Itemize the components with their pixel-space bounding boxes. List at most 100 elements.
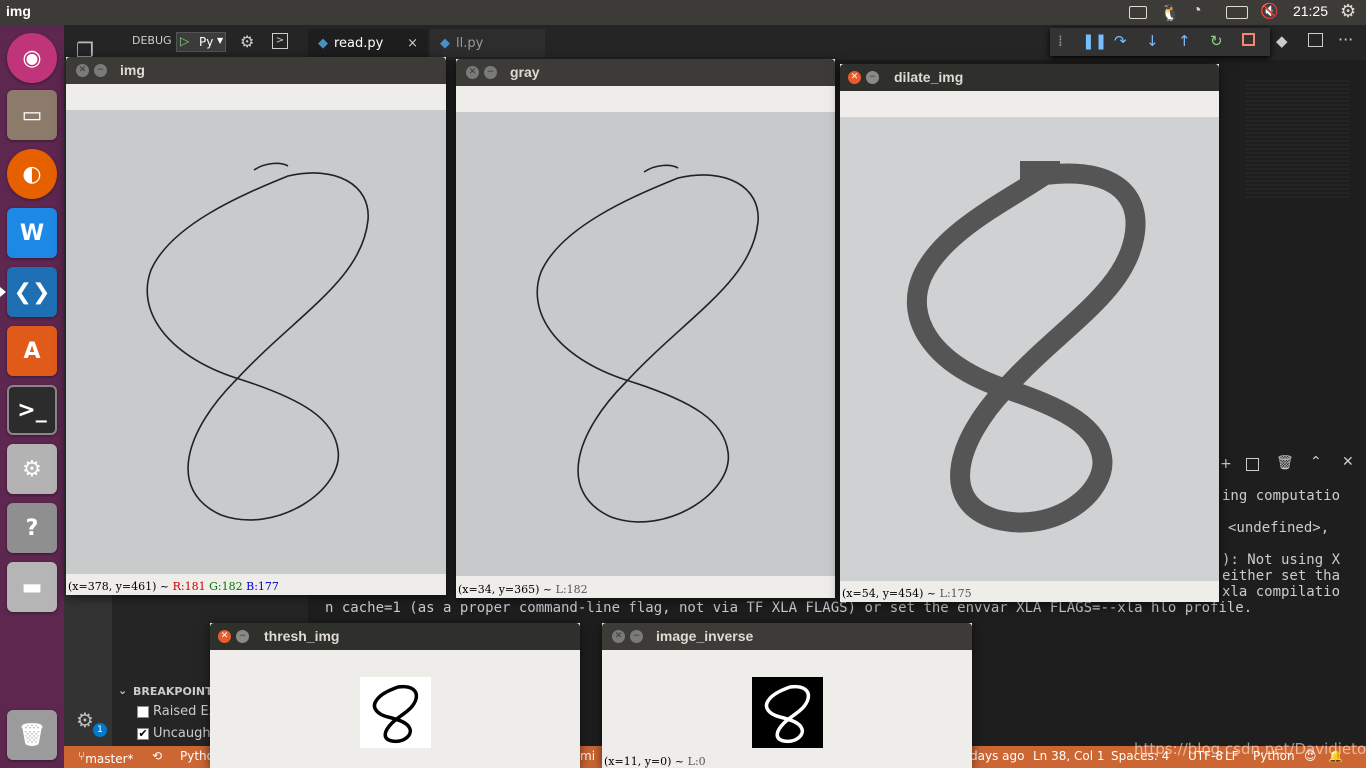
manage-gear-icon[interactable]: ⚙ (76, 708, 94, 732)
git-blame-time[interactable]: days ago (970, 749, 1024, 763)
breakpoint-label: Raised Ex (153, 704, 217, 719)
pause-icon[interactable]: ❚❚ (1082, 32, 1107, 50)
step-out-icon[interactable]: ↑ (1178, 32, 1191, 50)
add-terminal-icon[interactable]: + (1220, 456, 1232, 472)
window-title: gray (510, 64, 540, 80)
window-image-inverse: ✕ − image_inverse (x=11, y=0) ~ L:0 (602, 623, 972, 768)
minimize-window-icon[interactable]: − (630, 630, 643, 643)
minimize-window-icon[interactable]: − (94, 64, 107, 77)
raised-exceptions-checkbox[interactable] (137, 706, 149, 718)
debug-console-icon[interactable]: > (272, 33, 288, 49)
git-branch[interactable]: ⑂ master* (78, 749, 134, 766)
launcher: ◉ ▭ ◐ W ❮❯ A >_ ⚙ ? ▬ 🗑 (0, 25, 64, 768)
clock[interactable]: 21:25 (1293, 3, 1328, 19)
ubuntu-dash-icon[interactable]: ◉ (7, 33, 57, 83)
active-app-name: img (6, 3, 31, 19)
minimize-window-icon[interactable]: − (484, 66, 497, 79)
window-title: thresh_img (264, 628, 340, 644)
step-into-icon[interactable]: ↓ (1146, 32, 1159, 50)
wifi-icon[interactable]: ◔ (1192, 2, 1202, 20)
disk-drive-icon[interactable]: ▬ (7, 562, 57, 612)
minimize-window-icon[interactable]: − (236, 630, 249, 643)
split-terminal-icon[interactable] (1246, 458, 1259, 471)
window-titlebar[interactable]: ✕ − dilate_img (840, 64, 1219, 91)
inverted-eight-image (764, 684, 811, 744)
volume-muted-icon[interactable]: 🔇 (1260, 2, 1279, 20)
terminal-icon[interactable]: >_ (7, 385, 57, 435)
close-panel-icon[interactable]: ✕ (1342, 454, 1354, 470)
chevron-down-icon: ▼ (217, 36, 224, 45)
settings-gear-icon[interactable]: ⚙ (1340, 1, 1356, 22)
files-icon[interactable]: ▭ (7, 90, 57, 140)
close-window-icon[interactable]: ✕ (76, 64, 89, 77)
more-actions-icon[interactable]: ··· (1338, 30, 1353, 49)
stop-icon[interactable] (1242, 33, 1255, 46)
panel-toolbar: + 🗑 ⌃ ✕ (1218, 452, 1366, 478)
window-titlebar[interactable]: ✕ − img (66, 57, 446, 84)
system-settings-icon[interactable]: ⚙ (7, 444, 57, 494)
pixel-status: (x=378, y=461) ~ R:181 G:182 B:177 (68, 580, 279, 593)
keyboard-icon[interactable] (1129, 6, 1147, 19)
system-top-bar: img 🐧 ◔ 🔇 21:25 ⚙ (0, 0, 1366, 25)
sync-icon[interactable]: ⟲ (152, 749, 162, 763)
trash-icon[interactable]: 🗑 (7, 710, 57, 760)
window-titlebar[interactable]: ✕ − gray (456, 59, 835, 86)
image-canvas[interactable] (752, 677, 823, 748)
terminal-line: either set tha (1222, 568, 1341, 584)
kill-terminal-icon[interactable]: 🗑 (1276, 455, 1294, 471)
git-compare-icon[interactable]: ◆ (1276, 32, 1288, 50)
watermark-text: https://blog.csdn.net/Davidietop (1134, 740, 1366, 758)
window-dilate-img: ✕ − dilate_img (x=54, y=454) ~ L:175 (840, 64, 1219, 602)
image-canvas[interactable] (840, 117, 1219, 581)
cursor-position[interactable]: Ln 38, Col 1 (1033, 749, 1105, 763)
window-titlebar[interactable]: ✕ − image_inverse (602, 623, 972, 650)
window-title: dilate_img (894, 69, 964, 85)
linux-penguin-icon[interactable]: 🐧 (1160, 3, 1180, 23)
maximize-panel-icon[interactable]: ⌃ (1310, 454, 1322, 470)
tab-read-py[interactable]: ◆ read.py × (308, 29, 428, 57)
window-thresh-img: ✕ − thresh_img (210, 623, 580, 768)
close-tab-icon[interactable]: × (407, 36, 418, 51)
close-window-icon[interactable]: ✕ (466, 66, 479, 79)
software-center-icon[interactable]: A (7, 326, 57, 376)
debug-config-select[interactable]: ▷ Py ▼ (176, 32, 226, 52)
help-icon[interactable]: ? (7, 503, 57, 553)
breakpoints-chevron-icon[interactable]: ⌄ (118, 684, 127, 697)
window-title: img (120, 62, 145, 78)
drag-handle-icon[interactable]: ⁞ (1058, 32, 1063, 50)
uncaught-exceptions-checkbox[interactable]: ✔ (137, 728, 149, 740)
close-window-icon[interactable]: ✕ (612, 630, 625, 643)
battery-icon[interactable] (1226, 6, 1248, 19)
image-canvas[interactable] (66, 110, 446, 574)
wps-writer-icon[interactable]: W (7, 208, 57, 258)
minimize-window-icon[interactable]: − (866, 71, 879, 84)
tab-ll-py[interactable]: ◆ ll.py (430, 29, 545, 57)
terminal-line: ): Not using X (1222, 552, 1341, 568)
firefox-icon[interactable]: ◐ (7, 149, 57, 199)
restart-icon[interactable]: ↻ (1210, 32, 1223, 50)
update-badge: 1 (93, 723, 107, 737)
terminal-line: xla compilatio (1222, 584, 1341, 600)
debug-settings-icon[interactable]: ⚙ (240, 32, 254, 51)
breakpoints-title[interactable]: BREAKPOINTS (133, 685, 221, 698)
image-canvas[interactable] (456, 112, 835, 576)
debug-toolbar: ⁞ ❚❚ ↷ ↓ ↑ ↻ (1050, 28, 1270, 56)
python-interpreter[interactable]: Pytho (180, 749, 214, 763)
pixel-status: (x=11, y=0) ~ L:0 (604, 755, 706, 768)
pixel-status: (x=54, y=454) ~ L:175 (842, 587, 972, 600)
terminal-status[interactable]: mina (580, 749, 596, 763)
vscode-icon[interactable]: ❮❯ (7, 267, 57, 317)
minimap[interactable] (1245, 80, 1350, 200)
breakpoint-label: Uncaught (153, 726, 216, 741)
close-window-icon[interactable]: ✕ (218, 630, 231, 643)
step-over-icon[interactable]: ↷ (1114, 32, 1127, 50)
close-window-icon[interactable]: ✕ (848, 71, 861, 84)
window-title: image_inverse (656, 628, 754, 644)
dilated-eight-image (906, 161, 1146, 533)
split-editor-icon[interactable] (1308, 33, 1323, 47)
image-canvas[interactable] (360, 677, 431, 748)
window-titlebar[interactable]: ✕ − thresh_img (210, 623, 580, 650)
start-debug-icon[interactable]: ▷ (180, 34, 189, 48)
window-gray: ✕ − gray (x=34, y=365) ~ L:182 (456, 59, 835, 598)
pixel-status: (x=34, y=365) ~ L:182 (458, 583, 588, 596)
